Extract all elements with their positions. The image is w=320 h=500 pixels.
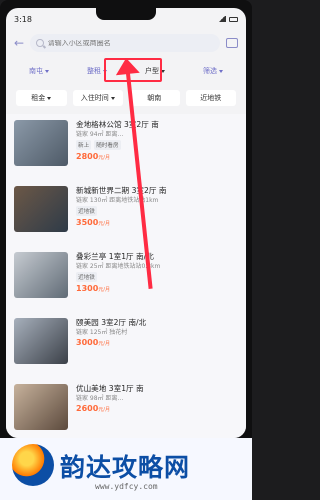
listing-1-info: 金地格林公馆 3室2厅 南 链家 94㎡ 距离… 新上 随时看房 2800元/月 (76, 120, 238, 174)
watermark-logo-icon (12, 444, 54, 486)
battery-icon (229, 16, 238, 22)
red-arrow-head-icon (114, 56, 140, 76)
listing-2-photo (14, 186, 68, 232)
listing-1-tags: 新上 随时看房 (76, 140, 238, 150)
listing-1-sub: 链家 94㎡ 距离… (76, 131, 124, 138)
listing-2-tag-1: 近地铁 (76, 206, 97, 216)
listing-3-sub: 链家 25㎡ 距离地铁站站0.3km (76, 263, 161, 270)
listing-2-tags: 近地铁 (76, 206, 238, 216)
search-box[interactable] (30, 34, 220, 52)
listing-5-sub: 链家 98㎡ 距离… (76, 395, 124, 402)
header: ← (6, 30, 246, 56)
listing-list: 金地格林公馆 3室2厅 南 链家 94㎡ 距离… 新上 随时看房 2800元/月 … (6, 114, 246, 438)
listing-5-info: 优山美地 3室1厅 南 链家 98㎡ 距离… 2600元/月 (76, 384, 238, 438)
listing-1[interactable]: 金地格林公馆 3室2厅 南 链家 94㎡ 距离… 新上 随时看房 2800元/月 (6, 114, 246, 180)
chip-rent-caret-icon (47, 96, 52, 100)
listing-1-tag-2: 随时看房 (94, 140, 121, 150)
listing-2[interactable]: 新城新世界二期 3室2厅 南 链家 130㎡ 距离地铁站站1km 近地铁 350… (6, 180, 246, 246)
listing-2-title: 新城新世界二期 3室2厅 南 (76, 186, 167, 195)
listing-3[interactable]: 叠彩兰亭 1室1厅 南/北 链家 25㎡ 距离地铁站站0.3km 近地铁 130… (6, 246, 246, 312)
status-time: 3:18 (14, 14, 32, 24)
chip-move-in[interactable]: 入住时间 (72, 90, 123, 106)
search-icon (36, 39, 44, 47)
chip-move-in-caret-icon (110, 96, 115, 100)
listing-5-price: 2600元/月 (76, 404, 110, 413)
listing-2-price: 3500元/月 (76, 218, 110, 227)
message-icon[interactable] (226, 38, 238, 48)
quick-chips: 租金 入住时间 朝南 近地铁 (6, 86, 246, 110)
listing-4-sub: 链家 125㎡ 独花村 (76, 329, 128, 336)
search-input[interactable] (47, 39, 214, 47)
listing-1-title: 金地格林公馆 3室2厅 南 (76, 120, 159, 129)
back-arrow-icon[interactable]: ← (14, 36, 24, 50)
filter-more[interactable]: 筛选 (203, 66, 223, 76)
signal-icon (218, 16, 226, 22)
filter-more-caret-icon (219, 69, 223, 73)
listing-2-sub: 链家 130㎡ 距离地铁站站1km (76, 197, 159, 204)
chip-rent[interactable]: 租金 (16, 90, 67, 106)
listing-4-photo (14, 318, 68, 364)
listing-1-price: 2800元/月 (76, 152, 110, 161)
watermark-site: www.ydfcy.com (95, 482, 158, 491)
listing-4-price: 3000元/月 (76, 338, 110, 347)
camera-notch (96, 8, 156, 20)
filter-area[interactable]: 南屯 (29, 66, 49, 76)
listing-4[interactable]: 颐美园 3室2厅 南/北 链家 125㎡ 独花村 3000元/月 (6, 312, 246, 378)
listing-5-title: 优山美地 3室1厅 南 (76, 384, 144, 393)
status-icons (218, 16, 238, 22)
listing-2-info: 新城新世界二期 3室2厅 南 链家 130㎡ 距离地铁站站1km 近地铁 350… (76, 186, 238, 240)
listing-3-tag-1: 近地铁 (76, 272, 97, 282)
listing-3-tags: 近地铁 (76, 272, 238, 282)
chip-metro[interactable]: 近地铁 (185, 90, 236, 106)
watermark-brand: 韵达攻略网 (60, 453, 191, 482)
listing-3-title: 叠彩兰亭 1室1厅 南/北 (76, 252, 154, 261)
listing-1-tag-1: 新上 (76, 140, 92, 150)
listing-4-info: 颐美园 3室2厅 南/北 链家 125㎡ 独花村 3000元/月 (76, 318, 238, 372)
listing-1-photo (14, 120, 68, 166)
listing-4-title: 颐美园 3室2厅 南/北 (76, 318, 147, 327)
listing-3-info: 叠彩兰亭 1室1厅 南/北 链家 25㎡ 距离地铁站站0.3km 近地铁 130… (76, 252, 238, 306)
filter-area-caret-icon (45, 69, 49, 73)
listing-5[interactable]: 优山美地 3室1厅 南 链家 98㎡ 距离… 2600元/月 (6, 378, 246, 438)
listing-3-photo (14, 252, 68, 298)
listing-5-photo (14, 384, 68, 430)
listing-3-price: 1300元/月 (76, 284, 110, 293)
chip-south[interactable]: 朝南 (129, 90, 180, 106)
